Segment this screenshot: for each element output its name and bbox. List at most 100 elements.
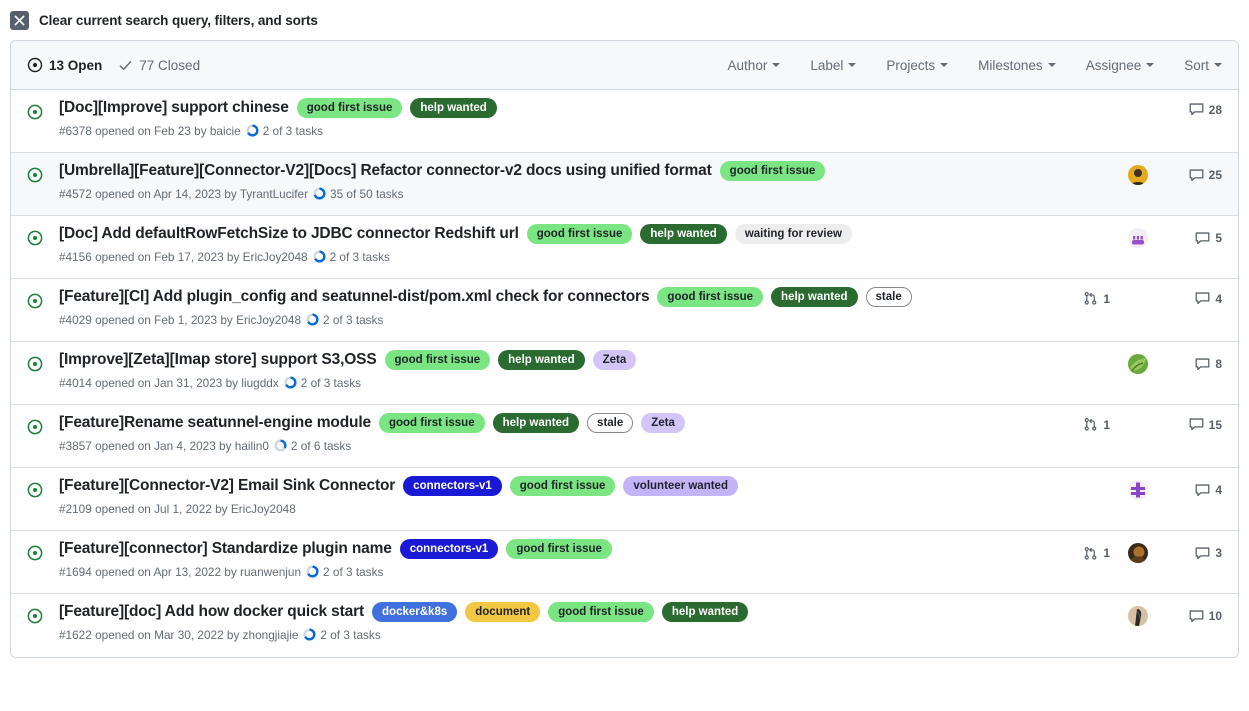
issue-label[interactable]: help wanted <box>493 413 579 433</box>
comment-count-label: 28 <box>1209 103 1222 117</box>
issue-title-link[interactable]: [Feature][doc] Add how docker quick star… <box>59 602 364 623</box>
issue-label[interactable]: Zeta <box>593 350 637 370</box>
issue-row[interactable]: [Improve][Zeta][Imap store] support S3,O… <box>11 342 1238 405</box>
issue-content: [Improve][Zeta][Imap store] support S3,O… <box>59 350 1056 390</box>
task-progress-ring-icon <box>303 628 316 641</box>
issue-meta: #4029 opened on Feb 1, 2023 by EricJoy20… <box>59 313 1044 327</box>
assignee-avatar-cell <box>1110 354 1166 374</box>
avatar[interactable] <box>1128 354 1148 374</box>
issue-title-link[interactable]: [Umbrella][Feature][Connector-V2][Docs] … <box>59 161 712 182</box>
issue-row[interactable]: [Feature][CI] Add plugin_config and seat… <box>11 279 1238 342</box>
dropdown-label-label: Label <box>810 58 843 73</box>
comment-count-label: 5 <box>1215 231 1222 245</box>
open-count-label: 13 Open <box>49 58 102 73</box>
issue-label[interactable]: good first issue <box>506 539 612 559</box>
issue-label[interactable]: help wanted <box>640 224 726 244</box>
issue-row[interactable]: [Feature]Rename seatunnel-engine module g… <box>11 405 1238 468</box>
issue-title-link[interactable]: [Improve][Zeta][Imap store] support S3,O… <box>59 350 377 371</box>
issue-row[interactable]: [Doc][Improve] support chinese good first… <box>11 90 1238 153</box>
state-filters: 13 Open 77 Closed <box>27 57 200 73</box>
task-progress-ring-icon <box>306 565 319 578</box>
issue-label[interactable]: connectors-v1 <box>400 539 499 559</box>
comment-count[interactable]: 5 <box>1166 231 1222 246</box>
comment-count-label: 4 <box>1215 483 1222 497</box>
chevron-down-icon <box>1048 63 1056 67</box>
issue-meta-text: #4572 opened on Apr 14, 2023 by TyrantLu… <box>59 187 308 201</box>
issue-row[interactable]: [Feature][Connector-V2] Email Sink Conne… <box>11 468 1238 531</box>
issue-label[interactable]: help wanted <box>498 350 584 370</box>
dropdown-assignee-label: Assignee <box>1086 58 1142 73</box>
issue-label[interactable]: good first issue <box>510 476 616 496</box>
comment-count-label: 8 <box>1215 357 1222 371</box>
issue-label[interactable]: good first issue <box>379 413 485 433</box>
clear-search-label[interactable]: Clear current search query, filters, and… <box>39 13 318 28</box>
issue-title-link[interactable]: [Feature][CI] Add plugin_config and seat… <box>59 287 649 308</box>
task-progress-ring-icon <box>306 313 319 326</box>
linked-pull-requests[interactable]: 1 <box>1056 546 1110 561</box>
issue-title-line: [Feature]Rename seatunnel-engine module g… <box>59 413 1044 434</box>
issue-label[interactable]: help wanted <box>662 602 748 622</box>
comment-count-label: 25 <box>1209 168 1222 182</box>
filter-closed-issues[interactable]: 77 Closed <box>118 58 200 73</box>
issue-label[interactable]: Zeta <box>641 413 685 433</box>
dropdown-label[interactable]: Label <box>810 58 856 73</box>
avatar[interactable] <box>1128 480 1148 500</box>
issue-title-link[interactable]: [Doc][Improve] support chinese <box>59 98 289 119</box>
dropdown-sort[interactable]: Sort <box>1184 58 1222 73</box>
dropdown-author[interactable]: Author <box>728 58 781 73</box>
linked-pull-requests[interactable]: 1 <box>1056 291 1110 306</box>
comment-count[interactable]: 8 <box>1166 357 1222 372</box>
issue-opened-icon <box>27 419 43 435</box>
issue-label[interactable]: connectors-v1 <box>403 476 502 496</box>
comment-count[interactable]: 28 <box>1166 102 1222 117</box>
avatar[interactable] <box>1128 606 1148 626</box>
issue-label[interactable]: document <box>465 602 540 622</box>
issue-meta-text: #4156 opened on Feb 17, 2023 by EricJoy2… <box>59 250 308 264</box>
comment-count[interactable]: 4 <box>1166 291 1222 306</box>
issue-row[interactable]: [Feature][doc] Add how docker quick star… <box>11 594 1238 657</box>
task-progress-label: 35 of 50 tasks <box>330 187 403 201</box>
issue-content: [Feature][Connector-V2] Email Sink Conne… <box>59 476 1056 516</box>
task-progress: 2 of 6 tasks <box>274 439 351 453</box>
clear-search-bar[interactable]: Clear current search query, filters, and… <box>0 0 1249 40</box>
issue-title-line: [Improve][Zeta][Imap store] support S3,O… <box>59 350 1044 371</box>
issue-label[interactable]: good first issue <box>527 224 633 244</box>
task-progress-ring-icon <box>313 187 326 200</box>
dropdown-assignee[interactable]: Assignee <box>1086 58 1155 73</box>
issue-label[interactable]: volunteer wanted <box>623 476 738 496</box>
close-icon[interactable] <box>10 11 29 30</box>
comment-count[interactable]: 4 <box>1166 483 1222 498</box>
linked-pull-requests[interactable]: 1 <box>1056 417 1110 432</box>
issue-label[interactable]: good first issue <box>297 98 403 118</box>
issue-title-line: [Umbrella][Feature][Connector-V2][Docs] … <box>59 161 1044 182</box>
issue-title-link[interactable]: [Doc] Add defaultRowFetchSize to JDBC co… <box>59 224 519 245</box>
issue-row[interactable]: [Doc] Add defaultRowFetchSize to JDBC co… <box>11 216 1238 279</box>
issue-title-link[interactable]: [Feature]Rename seatunnel-engine module <box>59 413 371 434</box>
issue-label[interactable]: good first issue <box>657 287 763 307</box>
issue-label[interactable]: docker&k8s <box>372 602 457 622</box>
issue-label[interactable]: good first issue <box>720 161 826 181</box>
issue-title-link[interactable]: [Feature][Connector-V2] Email Sink Conne… <box>59 476 395 497</box>
issue-row[interactable]: [Feature][connector] Standardize plugin … <box>11 531 1238 594</box>
issue-label[interactable]: waiting for review <box>735 224 852 244</box>
issue-label[interactable]: good first issue <box>385 350 491 370</box>
comment-count[interactable]: 25 <box>1166 168 1222 183</box>
comment-count[interactable]: 15 <box>1166 417 1222 432</box>
closed-count-label: 77 Closed <box>139 58 200 73</box>
issue-label[interactable]: help wanted <box>771 287 857 307</box>
avatar[interactable] <box>1128 165 1148 185</box>
issue-row[interactable]: [Umbrella][Feature][Connector-V2][Docs] … <box>11 153 1238 216</box>
issue-label[interactable]: help wanted <box>410 98 496 118</box>
assignee-avatar-cell <box>1110 606 1166 626</box>
issue-label[interactable]: stale <box>866 287 912 307</box>
issue-title-link[interactable]: [Feature][connector] Standardize plugin … <box>59 539 392 560</box>
comment-count[interactable]: 10 <box>1166 609 1222 624</box>
avatar[interactable] <box>1128 228 1148 248</box>
avatar[interactable] <box>1128 543 1148 563</box>
dropdown-projects[interactable]: Projects <box>886 58 948 73</box>
filter-open-issues[interactable]: 13 Open <box>27 57 102 73</box>
comment-count[interactable]: 3 <box>1166 546 1222 561</box>
issue-label[interactable]: stale <box>587 413 633 433</box>
issue-label[interactable]: good first issue <box>548 602 654 622</box>
dropdown-milestones[interactable]: Milestones <box>978 58 1056 73</box>
